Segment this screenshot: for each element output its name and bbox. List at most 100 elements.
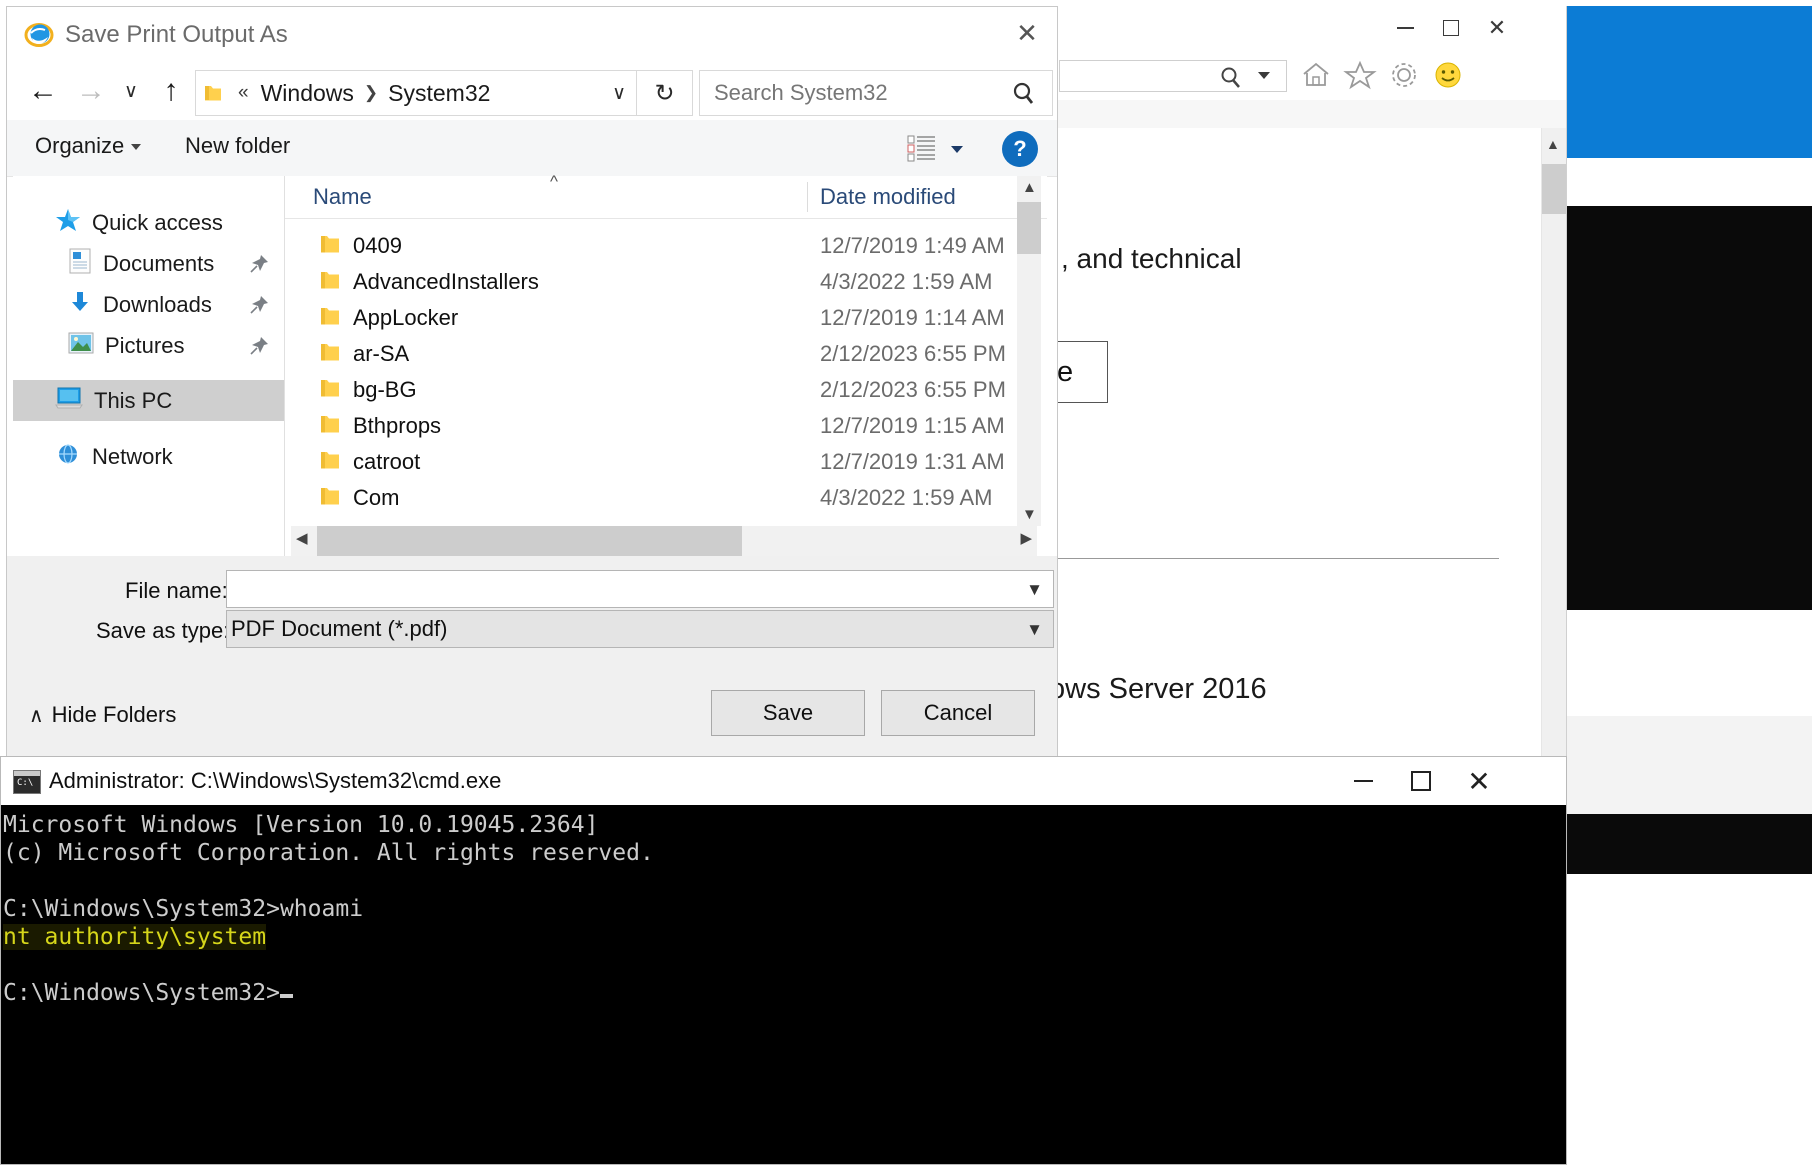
chevron-down-icon[interactable] bbox=[1258, 72, 1270, 79]
cmd-close-button[interactable]: ✕ bbox=[1450, 757, 1508, 805]
favorites-star-icon[interactable] bbox=[1343, 58, 1377, 92]
chevron-down-icon[interactable]: ∨ bbox=[612, 82, 626, 105]
organize-button[interactable]: Organize bbox=[35, 133, 124, 159]
file-list-vertical-scrollbar[interactable]: ▲ ▼ bbox=[1017, 176, 1041, 526]
file-list-header: Name ^ Date modified bbox=[285, 172, 1047, 219]
sidebar-item-quick-access[interactable]: Quick access bbox=[13, 202, 284, 243]
up-one-level-button[interactable]: ↑ bbox=[149, 68, 193, 114]
scroll-down-icon[interactable]: ▼ bbox=[1022, 506, 1037, 523]
ie-vertical-scrollbar[interactable]: ▲ bbox=[1541, 128, 1566, 756]
desktop-white-bar bbox=[1565, 158, 1812, 207]
file-date: 4/3/2022 1:59 AM bbox=[820, 485, 993, 510]
folder-icon bbox=[319, 342, 341, 367]
table-row[interactable]: Com 4/3/2022 1:59 AM bbox=[285, 480, 1025, 516]
sidebar-item-this-pc[interactable]: This PC bbox=[13, 380, 284, 421]
sidebar-item-pictures[interactable]: Pictures bbox=[13, 325, 284, 366]
cmd-prompt-2: C:\Windows\System32> bbox=[3, 980, 280, 1006]
file-name: Bthprops bbox=[353, 413, 442, 438]
home-icon[interactable] bbox=[1299, 58, 1333, 92]
save-print-output-dialog[interactable]: Save Print Output As ✕ ← → ∨ ↑ « Windows… bbox=[6, 6, 1058, 758]
search-input[interactable]: Search System32 bbox=[699, 70, 1053, 116]
smiley-feedback-icon[interactable] bbox=[1431, 58, 1465, 92]
column-header-name[interactable]: Name bbox=[313, 184, 372, 210]
table-row[interactable]: ar-SA 2/12/2023 6:55 PM bbox=[285, 336, 1025, 372]
column-divider[interactable] bbox=[807, 182, 808, 212]
file-date: 12/7/2019 1:49 AM bbox=[820, 233, 1005, 258]
scrollbar-thumb[interactable] bbox=[317, 526, 742, 556]
scroll-right-icon[interactable]: ▶ bbox=[1020, 529, 1032, 547]
view-list-icon[interactable] bbox=[907, 134, 937, 167]
table-row[interactable]: 0409 12/7/2019 1:49 AM bbox=[285, 228, 1025, 264]
save-as-type-select[interactable]: PDF Document (*.pdf) ▼ bbox=[226, 610, 1054, 648]
dialog-navigation-bar: ← → ∨ ↑ « Windows ❯ System32 ∨ ↻ Search … bbox=[7, 62, 1057, 120]
ie-tab-strip[interactable] bbox=[1041, 100, 1566, 129]
file-name-input[interactable]: ▼ bbox=[226, 570, 1054, 608]
sidebar-item-documents[interactable]: Documents bbox=[13, 243, 284, 284]
recent-locations-button[interactable]: ∨ bbox=[113, 68, 149, 114]
breadcrumb-windows[interactable]: Windows bbox=[261, 80, 354, 107]
address-bar[interactable]: « Windows ❯ System32 ∨ bbox=[195, 70, 637, 116]
hide-folders-toggle[interactable]: ∧ Hide Folders bbox=[29, 702, 176, 728]
cmd-console-output[interactable]: Microsoft Windows [Version 10.0.19045.23… bbox=[1, 805, 1566, 1164]
file-date: 12/7/2019 1:14 AM bbox=[820, 305, 1005, 330]
internet-explorer-window[interactable]: ✕ , and technical e ows Server 2016 ▲ bbox=[1040, 6, 1567, 757]
cmd-window-title: Administrator: C:\Windows\System32\cmd.e… bbox=[49, 768, 502, 793]
scroll-up-icon[interactable]: ▲ bbox=[1022, 179, 1037, 196]
ie-close-button[interactable]: ✕ bbox=[1474, 6, 1520, 50]
cmd-minimize-button[interactable] bbox=[1334, 757, 1392, 805]
save-button[interactable]: Save bbox=[711, 690, 865, 736]
new-folder-button[interactable]: New folder bbox=[185, 133, 290, 159]
cmd-line-2: (c) Microsoft Corporation. All rights re… bbox=[3, 840, 654, 866]
table-row[interactable]: AppLocker 12/7/2019 1:14 AM bbox=[285, 300, 1025, 336]
file-name: 0409 bbox=[353, 233, 402, 258]
sidebar-item-network[interactable]: Network bbox=[13, 436, 284, 477]
chevron-down-icon[interactable]: ▼ bbox=[1026, 620, 1043, 640]
pin-icon[interactable] bbox=[248, 253, 270, 280]
forward-button[interactable]: → bbox=[69, 68, 113, 114]
table-row[interactable]: catroot 12/7/2019 1:31 AM bbox=[285, 444, 1025, 480]
scroll-up-icon[interactable]: ▲ bbox=[1546, 136, 1560, 152]
column-header-date-modified[interactable]: Date modified bbox=[820, 184, 956, 210]
file-date: 4/3/2022 1:59 AM bbox=[820, 269, 993, 294]
scrollbar-thumb[interactable] bbox=[1017, 202, 1041, 254]
this-pc-icon bbox=[55, 386, 83, 415]
file-date: 2/12/2023 6:55 PM bbox=[820, 341, 1006, 366]
cmd-prompt-1: C:\Windows\System32> bbox=[3, 896, 280, 922]
pin-icon[interactable] bbox=[248, 335, 270, 362]
folder-icon bbox=[319, 234, 341, 259]
cmd-maximize-button[interactable] bbox=[1392, 757, 1450, 805]
ie-minimize-button[interactable] bbox=[1382, 6, 1428, 50]
help-button[interactable]: ? bbox=[1002, 131, 1038, 167]
cmd-line-1: Microsoft Windows [Version 10.0.19045.23… bbox=[3, 812, 599, 838]
table-row[interactable]: bg-BG 2/12/2023 6:55 PM bbox=[285, 372, 1025, 408]
refresh-button[interactable]: ↻ bbox=[637, 70, 693, 116]
save-as-type-label: Save as type: bbox=[96, 618, 230, 643]
folder-icon bbox=[204, 85, 222, 102]
file-name: AdvancedInstallers bbox=[353, 269, 539, 294]
sidebar-item-downloads[interactable]: Downloads bbox=[13, 284, 284, 325]
sort-ascending-icon: ^ bbox=[550, 172, 558, 191]
search-icon bbox=[1218, 65, 1244, 96]
ie-search-input[interactable] bbox=[1059, 60, 1287, 92]
file-list-pane[interactable]: Name ^ Date modified 0409 12/7/2019 1:49… bbox=[285, 172, 1047, 556]
settings-gear-icon[interactable] bbox=[1387, 58, 1421, 92]
scrollbar-thumb[interactable] bbox=[1542, 164, 1566, 214]
dialog-close-button[interactable]: ✕ bbox=[1005, 13, 1049, 53]
chevron-down-icon[interactable] bbox=[131, 144, 141, 150]
pin-icon[interactable] bbox=[248, 294, 270, 321]
console-icon: C:\ bbox=[13, 770, 41, 794]
breadcrumb-system32[interactable]: System32 bbox=[388, 80, 490, 107]
ie-maximize-button[interactable] bbox=[1428, 6, 1474, 50]
back-button[interactable]: ← bbox=[21, 68, 65, 114]
file-list-horizontal-scrollbar[interactable]: ◀ ▶ bbox=[291, 526, 1037, 556]
search-icon[interactable] bbox=[1010, 80, 1038, 113]
address-overflow-icon[interactable]: « bbox=[238, 82, 249, 104]
table-row[interactable]: AdvancedInstallers 4/3/2022 1:59 AM bbox=[285, 264, 1025, 300]
sidebar-label: This PC bbox=[94, 387, 173, 413]
scroll-left-icon[interactable]: ◀ bbox=[296, 529, 308, 547]
table-row[interactable]: Bthprops 12/7/2019 1:15 AM bbox=[285, 408, 1025, 444]
view-options-caret-icon[interactable] bbox=[951, 146, 963, 153]
command-prompt-window[interactable]: C:\ Administrator: C:\Windows\System32\c… bbox=[0, 756, 1567, 1165]
cancel-button[interactable]: Cancel bbox=[881, 690, 1035, 736]
chevron-down-icon[interactable]: ▼ bbox=[1026, 580, 1043, 600]
